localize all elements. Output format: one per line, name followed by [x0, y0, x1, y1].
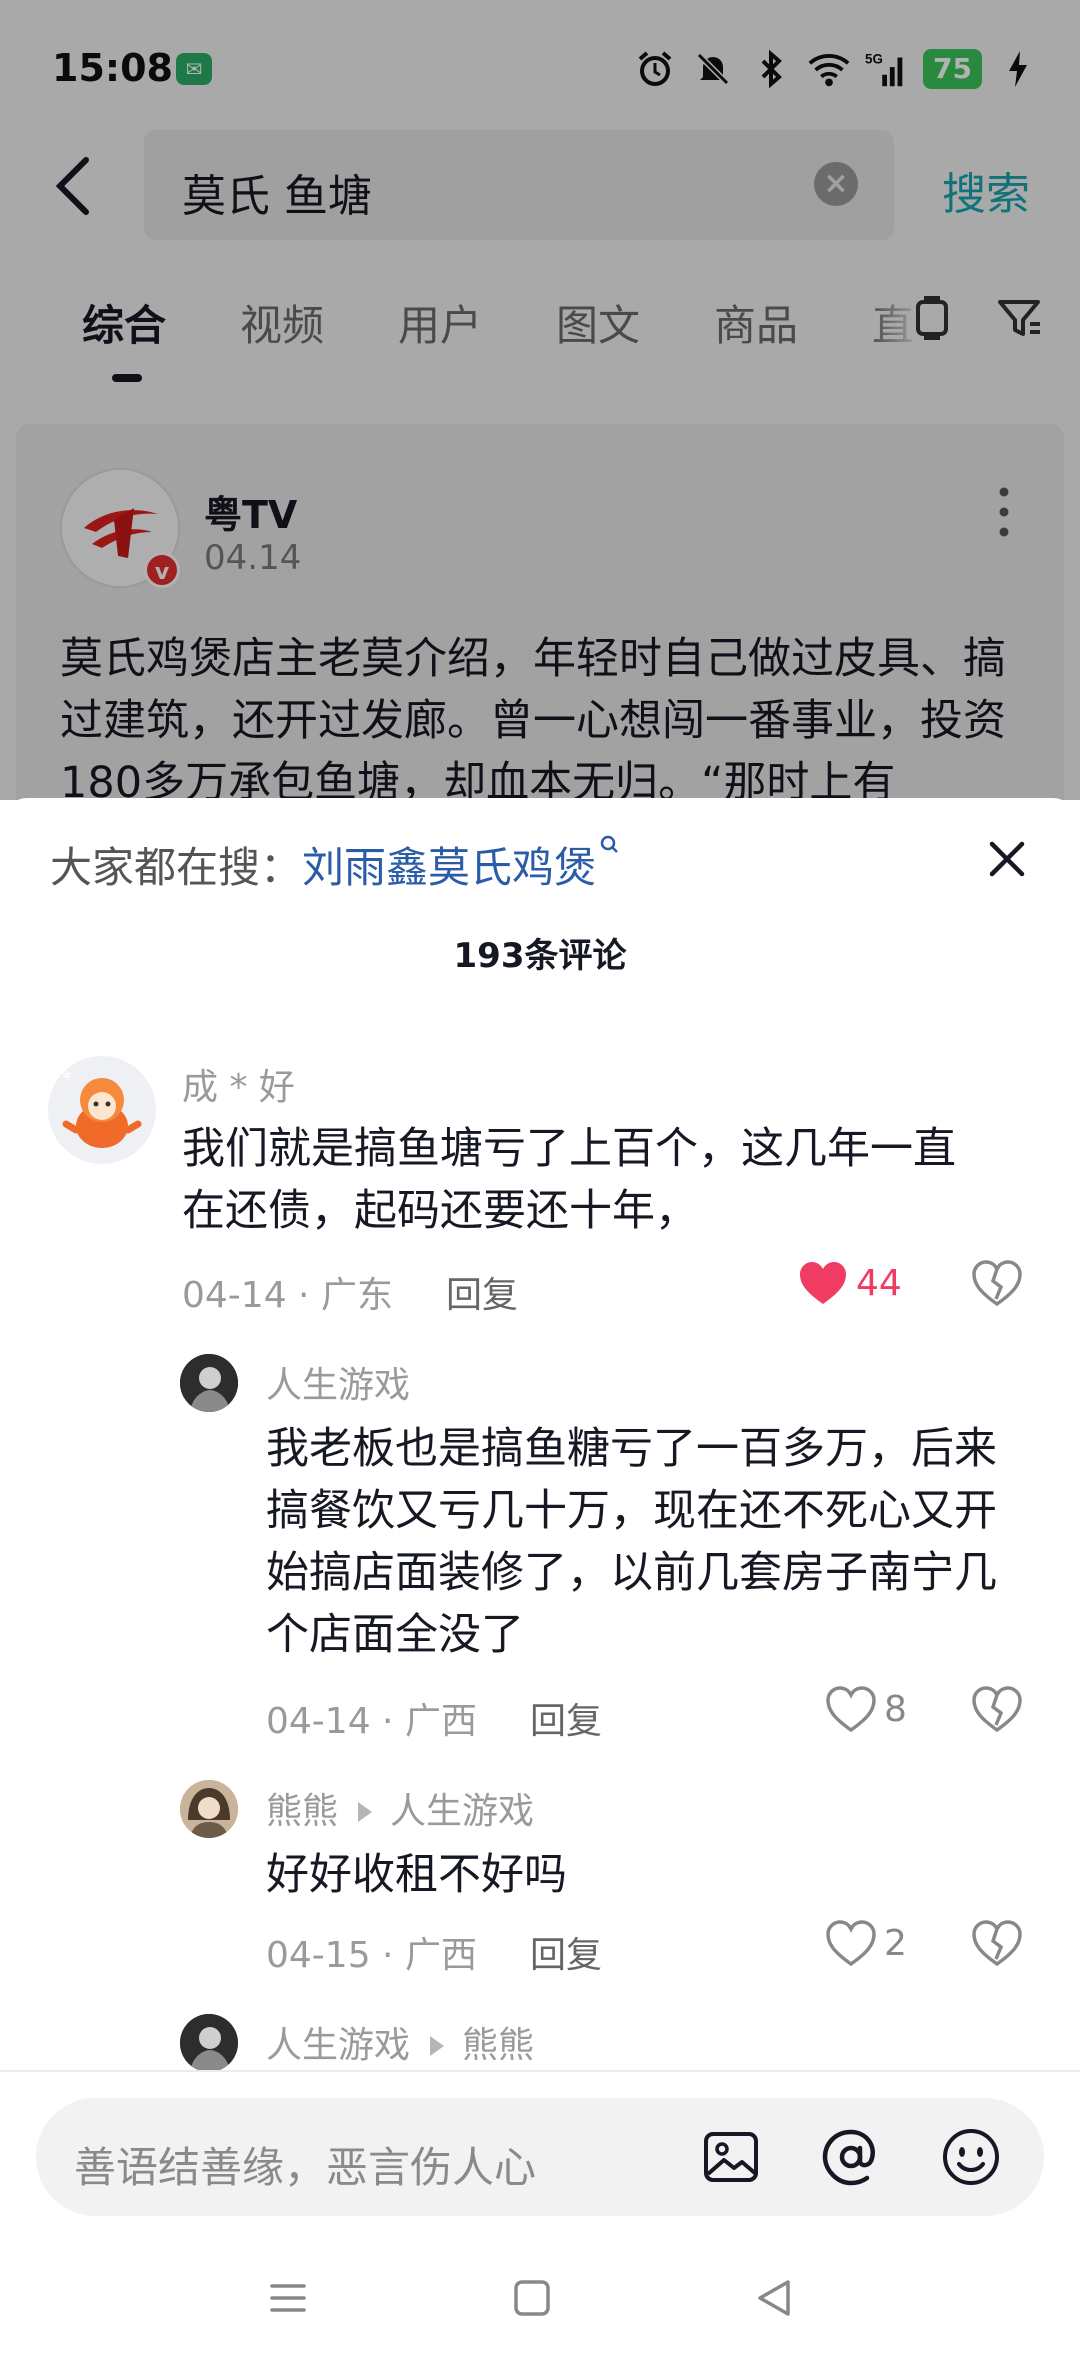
back-triangle-icon[interactable]: [746, 2268, 806, 2328]
comment-line: 个店面全没了: [266, 1610, 524, 1660]
trending-prefix: 大家都在搜：: [50, 843, 303, 892]
comment-input[interactable]: 善语结善缘，恶言伤人心: [36, 2098, 1044, 2216]
broken-heart-icon[interactable]: [972, 1686, 1022, 1734]
like-button[interactable]: 2: [826, 1920, 907, 1966]
photo-avatar: [180, 1780, 238, 1838]
comment-author[interactable]: 成 * 好: [182, 1058, 295, 1110]
broken-heart-icon[interactable]: [972, 1260, 1022, 1308]
reply-target[interactable]: 熊熊: [462, 2025, 534, 2066]
reply-arrow-icon: [358, 1802, 373, 1822]
system-nav-bar: [0, 2230, 1080, 2372]
like-button[interactable]: 44: [798, 1260, 902, 1306]
comment-line: 我老板也是搞鱼糖亏了一百多万，后来: [266, 1424, 997, 1474]
photo-avatar: [180, 1354, 238, 1412]
comment-line: 好好收租不好吗: [266, 1850, 567, 1900]
comment-author[interactable]: 人生游戏: [266, 2025, 410, 2066]
heart-icon: [826, 1686, 876, 1732]
reply-button[interactable]: 回复: [530, 1692, 602, 1744]
photo-avatar: [180, 2014, 238, 2072]
trending-search: 大家都在搜：刘雨鑫莫氏鸡煲: [50, 834, 622, 895]
search-small-icon: [600, 835, 618, 853]
comment-meta: 04-14 · 广东: [182, 1275, 393, 1316]
comment-author-line: 熊熊 人生游戏: [266, 1782, 534, 1834]
dim-overlay[interactable]: [0, 0, 1080, 800]
reply-target[interactable]: 人生游戏: [390, 1791, 534, 1832]
comment-input-placeholder: 善语结善缘，恶言伤人心: [74, 2143, 537, 2192]
comment-line: 搞餐饮又亏几十万，现在还不死心又开: [266, 1486, 997, 1536]
emoji-icon[interactable]: [940, 2126, 1002, 2188]
avatar[interactable]: [180, 2014, 238, 2072]
avatar[interactable]: [180, 1354, 238, 1412]
avatar[interactable]: [180, 1780, 238, 1838]
reply-arrow-icon: [430, 2036, 445, 2056]
like-count: 2: [884, 1922, 907, 1964]
comment-text[interactable]: 我老板也是搞鱼糖亏了一百多万，后来 搞餐饮又亏几十万，现在还不死心又开 始搞店面…: [266, 1418, 997, 1666]
trending-link[interactable]: 刘雨鑫莫氏鸡煲: [302, 835, 622, 892]
broken-heart-icon[interactable]: [972, 1920, 1022, 1968]
heart-icon: [800, 1262, 846, 1304]
comment-author[interactable]: 人生游戏: [266, 1356, 410, 1408]
heart-icon: [826, 1920, 876, 1966]
trending-query: 刘雨鑫莫氏鸡煲: [302, 843, 597, 892]
reply-button[interactable]: 回复: [530, 1926, 602, 1978]
close-icon[interactable]: [982, 834, 1032, 884]
like-button[interactable]: 8: [826, 1686, 907, 1732]
reply-button[interactable]: 回复: [446, 1266, 518, 1318]
menu-icon[interactable]: [258, 2268, 318, 2328]
comment-author-line: 人生游戏 熊熊: [266, 2016, 534, 2068]
at-icon[interactable]: [820, 2126, 882, 2188]
like-count: 8: [884, 1688, 907, 1730]
comment-author[interactable]: 熊熊: [266, 1791, 338, 1832]
home-icon[interactable]: [502, 2268, 562, 2328]
cartoon-avatar: *: [62, 1067, 142, 1148]
comment-meta: 04-15 · 广西: [266, 1935, 477, 1976]
comment-meta: 04-14 · 广西: [266, 1701, 477, 1742]
comment-line: 在还债，起码还要还十年，: [182, 1186, 698, 1236]
comment-input-area: 善语结善缘，恶言伤人心: [0, 2070, 1080, 2230]
comment-line: 始搞店面装修了，以前几套房子南宁几: [266, 1548, 997, 1598]
comment-text[interactable]: 好好收租不好吗: [266, 1844, 567, 1906]
comment-count: 193条评论: [453, 936, 627, 976]
image-icon[interactable]: [700, 2126, 762, 2188]
avatar[interactable]: *: [48, 1056, 156, 1164]
comment-line: 我们就是搞鱼塘亏了上百个，这几年一直: [182, 1124, 956, 1174]
like-count: 44: [856, 1262, 902, 1304]
svg-text:*: *: [62, 1067, 72, 1091]
comment-text[interactable]: 我们就是搞鱼塘亏了上百个，这几年一直 在还债，起码还要还十年，: [182, 1118, 956, 1242]
